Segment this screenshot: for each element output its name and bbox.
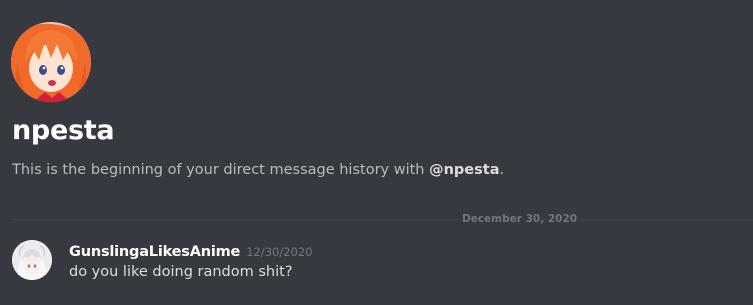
divider-line bbox=[12, 219, 753, 220]
divider-date: December 30, 2020 bbox=[458, 212, 582, 226]
intro-suffix: . bbox=[499, 162, 505, 178]
user-mention[interactable]: @npesta bbox=[429, 162, 499, 178]
message-header: GunslingaLikesAnime 12/30/2020 bbox=[69, 241, 313, 262]
message-author[interactable]: GunslingaLikesAnime bbox=[69, 244, 240, 260]
message-content: do you like doing random shit? bbox=[69, 264, 293, 280]
dm-intro-text: This is the beginning of your direct mes… bbox=[12, 160, 504, 180]
message-author-avatar-icon[interactable] bbox=[12, 240, 52, 280]
date-divider: December 30, 2020 bbox=[12, 212, 753, 226]
dm-avatar-icon[interactable] bbox=[11, 22, 91, 102]
dm-chat-view: npesta This is the beginning of your dir… bbox=[0, 0, 753, 305]
dm-name: npesta bbox=[12, 115, 115, 146]
message-timestamp: 12/30/2020 bbox=[246, 245, 313, 259]
intro-prefix: This is the beginning of your direct mes… bbox=[12, 162, 430, 178]
